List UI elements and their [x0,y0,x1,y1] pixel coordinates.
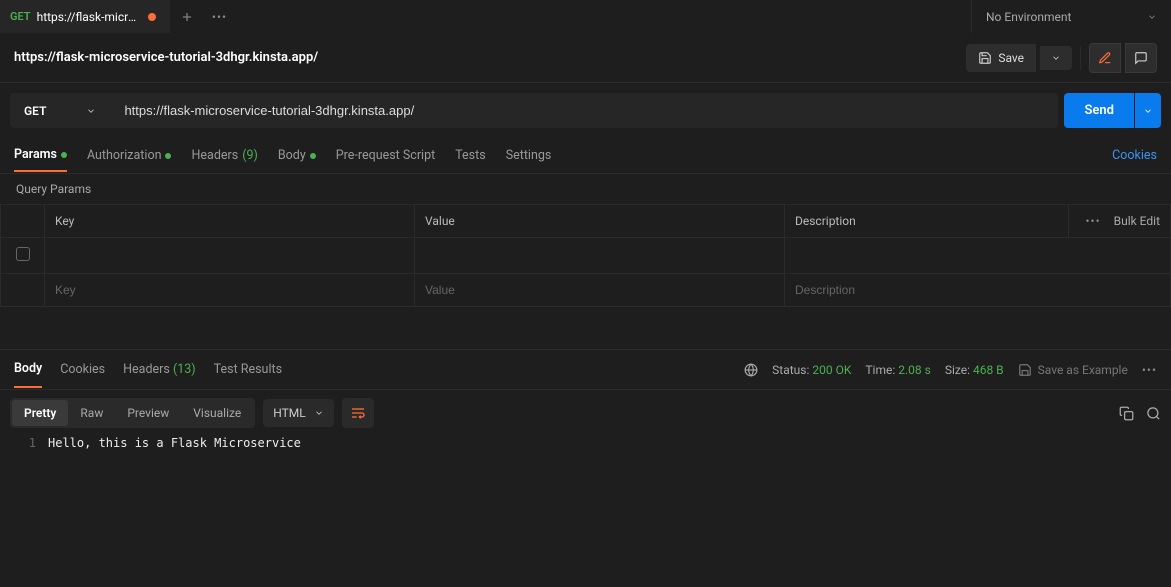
table-row [1,274,1171,307]
tab-settings[interactable]: Settings [506,140,552,171]
value-header: Value [415,205,785,238]
method-label: GET [24,104,46,118]
dots-icon: ••• [212,10,227,24]
url-row: GET Send [0,83,1171,138]
tab-method: GET [10,10,31,23]
response-section: Body Cookies Headers (13) Test Results S… [0,349,1171,450]
tab-overflow-button[interactable]: ••• [203,0,236,33]
request-tab[interactable]: GET https://flask-microserv [0,0,170,33]
wrap-icon [350,405,366,421]
send-label: Send [1084,103,1114,118]
pencil-icon [1098,51,1112,65]
copy-icon [1119,406,1134,421]
description-header: Description [785,205,1069,238]
save-label: Save [998,51,1024,65]
request-title-bar: https://flask-microservice-tutorial-3dhg… [0,33,1171,83]
save-icon [1018,363,1032,377]
save-as-example-button[interactable]: Save as Example [1018,363,1128,377]
view-preview[interactable]: Preview [115,400,181,426]
view-mode-tabs: Pretty Raw Preview Visualize [10,398,255,428]
active-dot-icon [165,153,171,159]
chevron-down-icon [1051,53,1061,63]
view-visualize[interactable]: Visualize [181,400,253,426]
view-toolbar: Pretty Raw Preview Visualize HTML [0,390,1171,436]
request-title: https://flask-microservice-tutorial-3dhg… [14,50,966,65]
search-response-button[interactable] [1146,406,1161,421]
key-input[interactable] [55,249,404,263]
new-tab-button[interactable] [170,0,203,33]
response-tab-test-results[interactable]: Test Results [214,352,282,387]
tab-tests[interactable]: Tests [455,140,485,171]
tab-params[interactable]: Params [14,139,67,172]
plus-icon [180,10,194,24]
status-value: 200 OK [812,363,851,377]
copy-button[interactable] [1119,406,1134,421]
table-row [1,238,1171,274]
active-dot-icon [310,153,316,159]
url-input[interactable] [110,93,1058,128]
chevron-down-icon [1143,106,1153,116]
response-meta: Status: 200 OK Time: 2.08 s Size: 468 B … [744,363,1157,377]
row-checkbox[interactable] [16,247,30,261]
chevron-down-icon [86,106,96,116]
separator [1080,46,1081,70]
description-input[interactable] [795,249,1160,263]
comment-icon [1134,51,1148,65]
save-button[interactable]: Save [966,44,1036,72]
time-label: Time: [865,363,895,377]
dots-icon[interactable]: ••• [1085,214,1100,228]
save-caret-button[interactable] [1040,46,1072,70]
status-label: Status: [772,363,809,377]
active-dot-icon [61,152,67,158]
view-pretty[interactable]: Pretty [12,400,68,426]
key-header: Key [45,205,415,238]
value-input[interactable] [425,283,774,297]
response-tab-headers[interactable]: Headers (13) [123,352,196,387]
size-label: Size: [945,363,970,377]
response-tab-body[interactable]: Body [14,351,42,388]
line-number: 1 [0,436,48,450]
tab-body[interactable]: Body [278,140,316,171]
tab-authorization[interactable]: Authorization [87,140,172,171]
cookies-link[interactable]: Cookies [1112,148,1157,163]
key-input[interactable] [55,283,404,297]
query-params-heading: Query Params [0,174,1171,204]
response-tab-cookies[interactable]: Cookies [60,352,105,387]
method-select[interactable]: GET [10,93,110,128]
edit-button[interactable] [1089,43,1121,73]
chevron-down-icon [314,408,324,418]
search-icon [1146,406,1161,421]
code-line: Hello, this is a Flask Microservice [48,436,301,450]
unsaved-dot-icon [148,13,156,21]
environment-label: No Environment [986,10,1071,24]
wrap-lines-button[interactable] [342,398,374,428]
view-raw[interactable]: Raw [68,400,115,426]
description-input[interactable] [795,283,1160,297]
language-select[interactable]: HTML [263,399,334,427]
comment-button[interactable] [1125,43,1157,73]
time-value: 2.08 s [898,363,931,377]
query-params-table: Key Value Description ••• Bulk Edit [0,204,1171,307]
bulk-edit-link[interactable]: Bulk Edit [1114,214,1160,228]
tab-prerequest[interactable]: Pre-request Script [336,140,435,171]
tab-label: https://flask-microserv [37,10,142,24]
send-button[interactable]: Send [1064,93,1134,128]
save-icon [978,51,992,65]
response-body[interactable]: 1 Hello, this is a Flask Microservice [0,436,1171,450]
size-value: 468 B [973,363,1004,377]
send-caret-button[interactable] [1135,93,1161,128]
checkbox-header [1,205,45,238]
globe-icon[interactable] [744,363,758,377]
tab-headers[interactable]: Headers (9) [191,140,257,171]
request-config-tabs: Params Authorization Headers (9) Body Pr… [0,138,1171,174]
response-tabs: Body Cookies Headers (13) Test Results S… [0,350,1171,390]
response-overflow-button[interactable]: ••• [1142,363,1157,377]
value-input[interactable] [425,249,774,263]
environment-selector[interactable]: No Environment [971,0,1171,33]
chevron-down-icon [1147,12,1157,22]
top-tab-bar: GET https://flask-microserv ••• No Envir… [0,0,1171,33]
